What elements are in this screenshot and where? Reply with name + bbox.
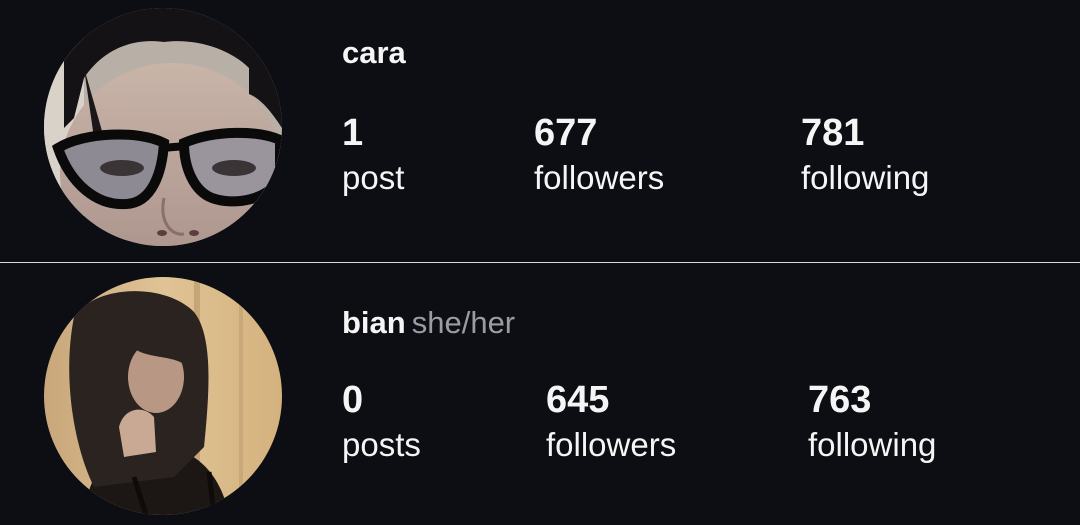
posts-count[interactable]: 1 post (342, 114, 404, 196)
username: bian (342, 305, 406, 340)
posts-value: 1 (342, 112, 364, 154)
following-value: 781 (801, 112, 865, 154)
posts-value: 0 (342, 379, 364, 421)
avatar[interactable] (44, 277, 282, 515)
followers-count[interactable]: 677 followers (534, 114, 664, 196)
pronouns: she/her (411, 305, 516, 340)
followers-value: 645 (546, 379, 610, 421)
followers-label: followers (534, 159, 665, 196)
posts-label: post (342, 159, 405, 196)
username-row: bian she/her (342, 307, 515, 338)
profile-photo-long-hair-icon (44, 277, 282, 515)
profile-header-bian: bian she/her 0 posts 645 followers 763 fo… (0, 263, 1080, 525)
followers-label: followers (546, 426, 677, 463)
posts-count[interactable]: 0 posts (342, 381, 421, 463)
profile-header-cara: cara 1 post 677 followers 781 following (0, 0, 1080, 262)
profile-photo-glasses-icon (44, 8, 282, 246)
following-label: following (801, 159, 930, 196)
followers-count[interactable]: 645 followers (546, 381, 676, 463)
avatar[interactable] (44, 8, 282, 246)
following-count[interactable]: 781 following (801, 114, 929, 196)
following-value: 763 (808, 379, 872, 421)
username: cara (342, 35, 406, 70)
username-row: cara (342, 37, 406, 68)
posts-label: posts (342, 426, 421, 463)
following-count[interactable]: 763 following (808, 381, 936, 463)
followers-value: 677 (534, 112, 598, 154)
following-label: following (808, 426, 937, 463)
